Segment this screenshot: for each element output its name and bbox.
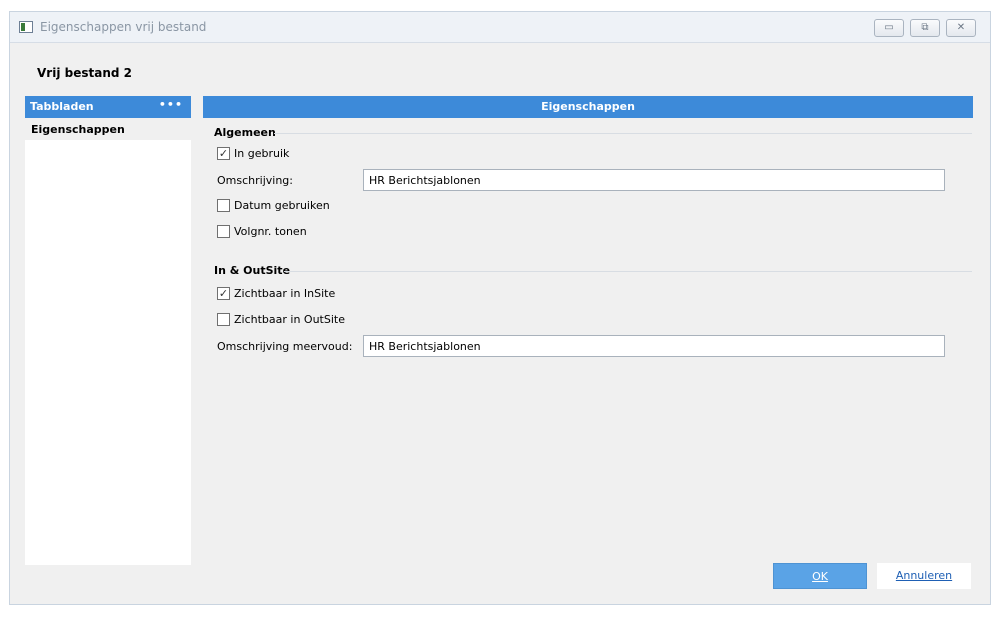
- zichtbaar-insite-checkbox[interactable]: ✓: [217, 287, 230, 300]
- in-gebruik-label: In gebruik: [234, 147, 290, 160]
- zichtbaar-outsite-row[interactable]: Zichtbaar in OutSite: [217, 313, 345, 326]
- zichtbaar-outsite-checkbox[interactable]: [217, 313, 230, 326]
- zichtbaar-insite-label: Zichtbaar in InSite: [234, 287, 336, 300]
- group-title-inoutsite: In & OutSite: [214, 264, 291, 277]
- more-options-icon[interactable]: •••: [159, 98, 183, 111]
- tabs-panel: Tabbladen ••• Eigenschappen: [25, 96, 191, 565]
- app-window-icon: [19, 21, 33, 33]
- group-title-algemeen: Algemeen: [214, 126, 276, 139]
- volgnr-tonen-checkbox[interactable]: [217, 225, 230, 238]
- zichtbaar-insite-row[interactable]: ✓ Zichtbaar in InSite: [217, 287, 335, 300]
- page-title: Vrij bestand 2: [37, 66, 132, 80]
- omschrijving-meervoud-label: Omschrijving meervoud:: [217, 340, 353, 353]
- omschrijving-label: Omschrijving:: [217, 174, 293, 187]
- datum-gebruiken-checkbox[interactable]: [217, 199, 230, 212]
- in-gebruik-checkbox[interactable]: ✓: [217, 147, 230, 160]
- restore-button[interactable]: ⧉: [910, 19, 940, 37]
- cancel-button[interactable]: Annuleren: [877, 563, 971, 589]
- zichtbaar-outsite-label: Zichtbaar in OutSite: [234, 313, 345, 326]
- volgnr-tonen-label: Volgnr. tonen: [234, 225, 307, 238]
- properties-dialog: Eigenschappen vrij bestand ▭ ⧉ ✕ Vrij be…: [9, 11, 991, 605]
- volgnr-tonen-row[interactable]: Volgnr. tonen: [217, 225, 307, 238]
- minimize-button[interactable]: ▭: [874, 19, 904, 37]
- window-title: Eigenschappen vrij bestand: [40, 20, 207, 34]
- tabs-header: Tabbladen •••: [25, 96, 191, 118]
- omschrijving-field[interactable]: HR Berichtsjablonen: [363, 169, 945, 191]
- tab-eigenschappen[interactable]: Eigenschappen: [25, 118, 191, 140]
- datum-gebruiken-label: Datum gebruiken: [234, 199, 330, 212]
- group-divider: [274, 133, 972, 134]
- ok-button[interactable]: OK: [773, 563, 867, 589]
- in-gebruik-row[interactable]: ✓ In gebruik: [217, 147, 289, 160]
- omschrijving-meervoud-field[interactable]: HR Berichtsjablonen: [363, 335, 945, 357]
- close-button[interactable]: ✕: [946, 19, 976, 37]
- datum-gebruiken-row[interactable]: Datum gebruiken: [217, 199, 330, 212]
- tabs-header-label: Tabbladen: [30, 100, 94, 113]
- title-bar[interactable]: Eigenschappen vrij bestand ▭ ⧉ ✕: [10, 12, 990, 43]
- content-header: Eigenschappen: [203, 96, 973, 118]
- group-divider: [284, 271, 972, 272]
